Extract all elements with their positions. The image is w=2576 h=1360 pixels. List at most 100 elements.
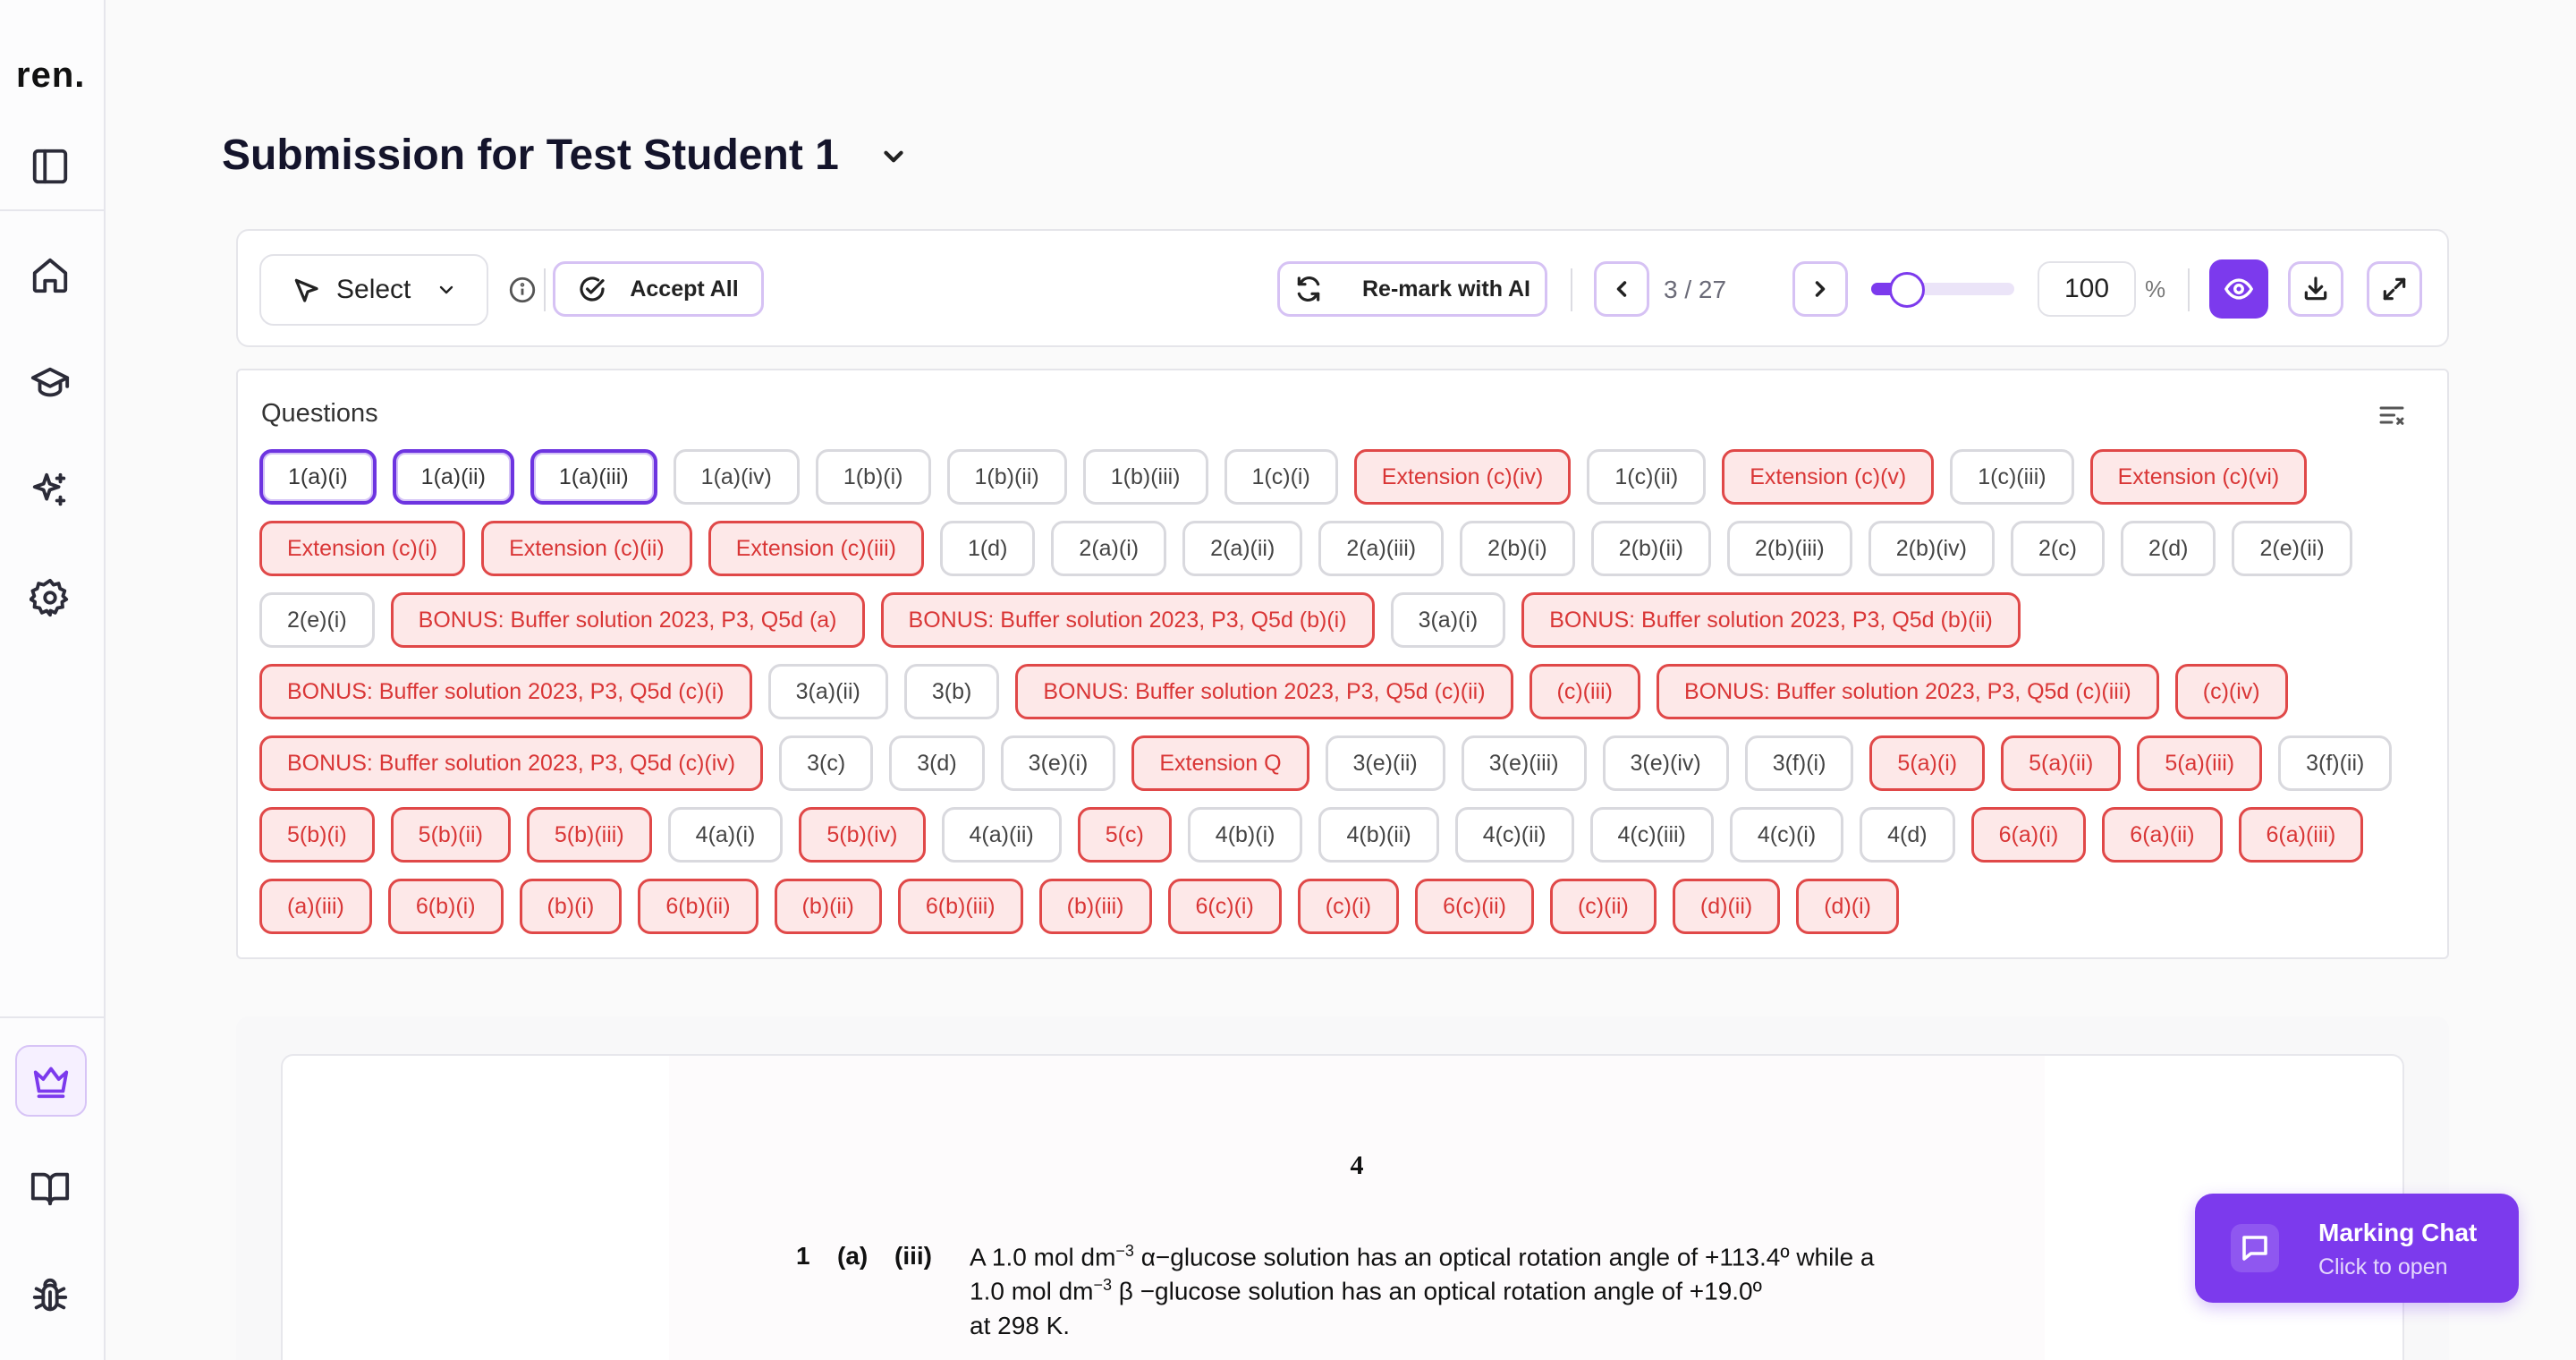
settings-gear-icon[interactable] <box>21 569 79 626</box>
question-chip[interactable]: 1(a)(iv) <box>673 449 800 505</box>
question-chip[interactable]: 5(b)(ii) <box>390 807 511 863</box>
clear-filter-icon[interactable] <box>2377 401 2408 431</box>
zoom-slider-thumb[interactable] <box>1889 272 1925 308</box>
zoom-input[interactable]: 100 <box>2038 261 2136 317</box>
question-chip[interactable]: (c)(ii) <box>1549 879 1657 934</box>
app-logo[interactable]: ren. <box>16 55 85 96</box>
question-chip[interactable]: (d)(i) <box>1796 879 1899 934</box>
question-chip[interactable]: Extension (c)(vi) <box>2089 449 2308 505</box>
bug-icon[interactable] <box>21 1267 79 1324</box>
question-chip[interactable]: 3(f)(ii) <box>2278 735 2393 791</box>
question-chip[interactable]: 2(e)(i) <box>259 592 375 648</box>
question-chip[interactable]: 6(b)(i) <box>387 879 504 934</box>
question-chip[interactable]: 6(b)(ii) <box>638 879 758 934</box>
question-chip[interactable]: 5(b)(i) <box>259 807 375 863</box>
question-chip[interactable]: 6(a)(iii) <box>2238 807 2364 863</box>
question-chip[interactable]: (c)(iv) <box>2174 664 2288 719</box>
question-chip[interactable]: 2(b)(i) <box>1460 521 1575 576</box>
question-chip[interactable]: 2(a)(iii) <box>1318 521 1445 576</box>
question-chip[interactable]: 2(b)(iii) <box>1726 521 1852 576</box>
question-chip[interactable]: 2(d) <box>2121 521 2216 576</box>
question-chip[interactable]: (c)(i) <box>1297 879 1400 934</box>
question-chip[interactable]: BONUS: Buffer solution 2023, P3, Q5d (c)… <box>259 735 764 791</box>
question-chip[interactable]: 5(a)(i) <box>1869 735 1986 791</box>
question-chip[interactable]: 1(b)(i) <box>815 449 931 505</box>
question-chip[interactable]: 3(e)(iv) <box>1602 735 1729 791</box>
question-chip[interactable]: 1(c)(ii) <box>1587 449 1707 505</box>
question-chip[interactable]: 5(a)(ii) <box>2001 735 2122 791</box>
question-chip[interactable]: 5(c) <box>1077 807 1172 863</box>
accept-all-button[interactable]: Accept All <box>553 261 764 317</box>
crown-icon[interactable] <box>15 1045 87 1117</box>
question-chip[interactable]: 4(c)(ii) <box>1454 807 1574 863</box>
question-chip[interactable]: BONUS: Buffer solution 2023, P3, Q5d (c)… <box>1657 664 2159 719</box>
question-chip[interactable]: 3(e)(i) <box>1000 735 1116 791</box>
question-chip[interactable]: 3(b) <box>903 664 1000 719</box>
question-chip[interactable]: 2(c) <box>2010 521 2105 576</box>
question-chip[interactable]: BONUS: Buffer solution 2023, P3, Q5d (c)… <box>259 664 752 719</box>
question-chip[interactable]: 4(a)(i) <box>667 807 784 863</box>
question-chip[interactable]: (d)(ii) <box>1672 879 1781 934</box>
marking-chat-button[interactable]: Marking Chat Click to open <box>2195 1194 2519 1303</box>
question-chip[interactable]: 6(a)(ii) <box>2102 807 2223 863</box>
question-chip[interactable]: 4(d) <box>1860 807 1955 863</box>
next-page-button[interactable] <box>1792 261 1848 317</box>
question-chip[interactable]: 4(c)(i) <box>1729 807 1844 863</box>
fullscreen-button[interactable] <box>2367 261 2422 317</box>
question-chip[interactable]: BONUS: Buffer solution 2023, P3, Q5d (b)… <box>1521 592 2021 648</box>
question-chip[interactable]: Extension (c)(ii) <box>481 521 692 576</box>
question-chip[interactable]: 1(b)(ii) <box>946 449 1067 505</box>
question-chip[interactable]: BONUS: Buffer solution 2023, P3, Q5d (b)… <box>880 592 1375 648</box>
question-chip[interactable]: Extension (c)(iii) <box>708 521 924 576</box>
question-chip[interactable]: 1(c)(i) <box>1224 449 1338 505</box>
question-chip[interactable]: (b)(iii) <box>1038 879 1152 934</box>
question-chip[interactable]: BONUS: Buffer solution 2023, P3, Q5d (a) <box>390 592 865 648</box>
question-chip[interactable]: 1(a)(i) <box>259 449 377 505</box>
question-chip[interactable]: 3(e)(ii) <box>1325 735 1445 791</box>
question-chip[interactable]: (a)(iii) <box>259 879 372 934</box>
question-chip[interactable]: 3(c) <box>779 735 874 791</box>
question-chip[interactable]: 4(a)(ii) <box>941 807 1062 863</box>
question-chip[interactable]: 2(b)(ii) <box>1590 521 1711 576</box>
graduation-cap-icon[interactable] <box>21 354 79 412</box>
question-chip[interactable]: 6(c)(ii) <box>1415 879 1534 934</box>
info-icon[interactable] <box>506 274 538 306</box>
question-chip[interactable]: 6(a)(i) <box>1970 807 2087 863</box>
question-chip[interactable]: 2(a)(ii) <box>1182 521 1303 576</box>
question-chip[interactable]: 6(c)(i) <box>1167 879 1282 934</box>
question-chip[interactable]: Extension (c)(i) <box>259 521 466 576</box>
question-chip[interactable]: 3(a)(i) <box>1390 592 1506 648</box>
question-chip[interactable]: 6(b)(iii) <box>897 879 1023 934</box>
question-chip[interactable]: 4(b)(i) <box>1187 807 1303 863</box>
question-chip[interactable]: Extension (c)(iv) <box>1353 449 1572 505</box>
previous-page-button[interactable] <box>1594 261 1649 317</box>
question-chip[interactable]: 2(b)(iv) <box>1868 521 1995 576</box>
book-open-icon[interactable] <box>21 1160 79 1217</box>
question-chip[interactable]: 1(a)(ii) <box>392 449 514 505</box>
question-chip[interactable]: (b)(ii) <box>774 879 882 934</box>
question-chip[interactable]: 1(a)(iii) <box>530 449 657 505</box>
sidebar-toggle-icon[interactable] <box>21 138 79 195</box>
question-chip[interactable]: 3(d) <box>889 735 985 791</box>
question-chip[interactable]: 1(c)(iii) <box>1950 449 2074 505</box>
chevron-down-icon[interactable] <box>878 141 909 172</box>
question-chip[interactable]: 3(e)(iii) <box>1461 735 1587 791</box>
question-chip[interactable]: 4(b)(ii) <box>1318 807 1439 863</box>
question-chip[interactable]: Extension (c)(v) <box>1722 449 1935 505</box>
question-chip[interactable]: (c)(iii) <box>1529 664 1640 719</box>
question-chip[interactable]: 5(b)(iv) <box>799 807 926 863</box>
home-icon[interactable] <box>21 247 79 304</box>
remark-with-ai-button[interactable]: Re-mark with AI <box>1277 261 1547 317</box>
question-chip[interactable]: 1(d) <box>939 521 1036 576</box>
question-chip[interactable]: 4(c)(iii) <box>1589 807 1714 863</box>
download-button[interactable] <box>2288 261 2343 317</box>
question-chip[interactable]: BONUS: Buffer solution 2023, P3, Q5d (c)… <box>1015 664 1513 719</box>
question-chip[interactable]: 5(a)(iii) <box>2137 735 2263 791</box>
question-chip[interactable]: 2(e)(ii) <box>2232 521 2352 576</box>
view-toggle-button[interactable] <box>2209 259 2268 319</box>
sparkles-icon[interactable] <box>21 462 79 519</box>
question-chip[interactable]: 1(b)(iii) <box>1082 449 1208 505</box>
question-chip[interactable]: (b)(i) <box>519 879 623 934</box>
question-chip[interactable]: 2(a)(i) <box>1051 521 1167 576</box>
question-chip[interactable]: Extension Q <box>1131 735 1309 791</box>
